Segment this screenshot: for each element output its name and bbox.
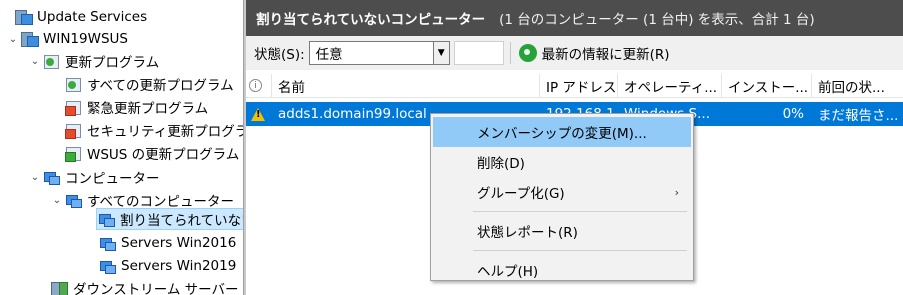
- page-title: 割り当てられていないコンピューター: [256, 12, 486, 28]
- security-update-icon: [64, 122, 82, 139]
- tree-label: Servers Win2019: [121, 258, 237, 274]
- tree-item-all-updates[interactable]: すべての更新プログラム: [64, 73, 234, 95]
- tree-label: Servers Win2016: [121, 235, 237, 251]
- tree-item-wsus-updates[interactable]: WSUS の更新プログラム: [64, 142, 239, 164]
- computers-icon: [64, 192, 82, 208]
- tree-label: Update Services: [37, 9, 148, 25]
- chevron-down-icon[interactable]: ⌄: [28, 172, 42, 183]
- tree-label: セキュリティ更新プログラ: [87, 124, 243, 140]
- cell-installed: 0%: [782, 106, 804, 122]
- toolbar-separator: [509, 42, 511, 64]
- info-icon: i: [249, 79, 262, 92]
- tree-label: 割り当てられていない: [120, 213, 243, 229]
- tree-item-server[interactable]: ⌄ WIN19WSUS: [6, 28, 128, 50]
- details-header: 割り当てられていないコンピューター (1 台のコンピューター (1 台中) を表…: [246, 0, 903, 36]
- tree-item-servers-win2019[interactable]: Servers Win2019: [98, 255, 236, 277]
- tree-item-downstream-servers[interactable]: ダウンストリーム サーバー: [50, 277, 238, 295]
- refresh-label: 最新の情報に更新(R): [541, 47, 670, 63]
- all-updates-icon: [64, 76, 82, 92]
- tree-item-security-updates[interactable]: セキュリティ更新プログラ: [64, 119, 243, 141]
- chevron-down-icon[interactable]: ⌄: [28, 56, 42, 67]
- refresh-icon: [518, 44, 537, 62]
- computer-group-icon: [98, 258, 116, 274]
- critical-update-icon: [64, 99, 82, 116]
- menu-item-label: グループ化(G): [477, 186, 565, 202]
- column-name[interactable]: 名前: [272, 73, 540, 98]
- menu-item-help[interactable]: ヘルプ(H): [433, 255, 691, 285]
- menu-item-group-by[interactable]: グループ化(G) ›: [433, 177, 691, 207]
- tree-item-unassigned[interactable]: 割り当てられていない: [96, 208, 243, 230]
- menu-separator: [473, 211, 687, 212]
- menu-item-change-membership[interactable]: メンバーシップの変更(M)...: [433, 117, 691, 147]
- toolbar-blank-field: [453, 41, 504, 65]
- downstream-server-icon: [50, 280, 68, 295]
- column-last-status[interactable]: 前回の状...: [812, 74, 903, 98]
- tree-label: WIN19WSUS: [43, 31, 128, 47]
- console-tree: Update Services ⌄ WIN19WSUS ⌄ 更新プログラム すべ…: [0, 0, 243, 295]
- context-menu: メンバーシップの変更(M)... 削除(D) グループ化(G) › 状態レポート…: [430, 113, 694, 281]
- column-operating-system[interactable]: オペレーティ...: [618, 73, 722, 98]
- column-status-info[interactable]: i: [246, 73, 272, 98]
- menu-item-delete[interactable]: 削除(D): [433, 147, 691, 177]
- tree-label: すべてのコンピューター: [87, 194, 235, 210]
- cell-last-status: まだ報告さ...: [818, 108, 899, 124]
- computer-group-icon: [97, 211, 115, 227]
- column-installed[interactable]: インストー...: [722, 73, 812, 98]
- row-status-cell: [246, 102, 272, 126]
- server-icon: [20, 31, 39, 47]
- tree-label: コンピューター: [65, 171, 160, 187]
- computer-group-icon: [98, 235, 116, 251]
- updates-icon: [42, 53, 60, 69]
- wsus-update-icon: [64, 145, 82, 162]
- tree-item-computers[interactable]: ⌄ コンピューター: [28, 166, 160, 188]
- count-summary: (1 台のコンピューター (1 台中) を表示、合計 1 台): [499, 12, 815, 28]
- column-ip-address[interactable]: IP アドレス: [540, 73, 618, 98]
- status-filter-value: 任意: [315, 47, 343, 63]
- submenu-arrow-icon: ›: [674, 185, 679, 199]
- chevron-down-icon[interactable]: ⌄: [50, 195, 64, 206]
- tree-item-update-services[interactable]: Update Services: [0, 6, 147, 28]
- tree-label: 緊急更新プログラム: [87, 101, 209, 117]
- menu-item-status-report[interactable]: 状態レポート(R): [433, 216, 691, 246]
- table-header: i 名前 IP アドレス オペレーティ... インストー... 前回の状...: [246, 73, 903, 98]
- tree-item-servers-win2016[interactable]: Servers Win2016: [98, 232, 236, 254]
- chevron-down-icon[interactable]: ⌄: [6, 34, 20, 45]
- warning-icon: [251, 107, 265, 121]
- tree-item-updates[interactable]: ⌄ 更新プログラム: [28, 50, 159, 72]
- tree-label: WSUS の更新プログラム: [87, 147, 240, 163]
- tree-label: ダウンストリーム サーバー: [73, 282, 239, 295]
- tree-label: 更新プログラム: [65, 55, 160, 71]
- tree-item-critical-updates[interactable]: 緊急更新プログラム: [64, 96, 208, 118]
- toolbar: 状態(S): 任意 ▼ 最新の情報に更新(R): [246, 36, 903, 70]
- menu-separator: [473, 250, 687, 251]
- dropdown-arrow-icon[interactable]: ▼: [432, 42, 449, 64]
- refresh-button[interactable]: 最新の情報に更新(R): [518, 43, 670, 63]
- status-filter-label: 状態(S):: [254, 47, 305, 63]
- status-filter-select[interactable]: 任意 ▼: [308, 41, 450, 65]
- update-services-icon: [14, 9, 33, 25]
- tree-label: すべての更新プログラム: [87, 78, 234, 94]
- computers-icon: [42, 169, 60, 185]
